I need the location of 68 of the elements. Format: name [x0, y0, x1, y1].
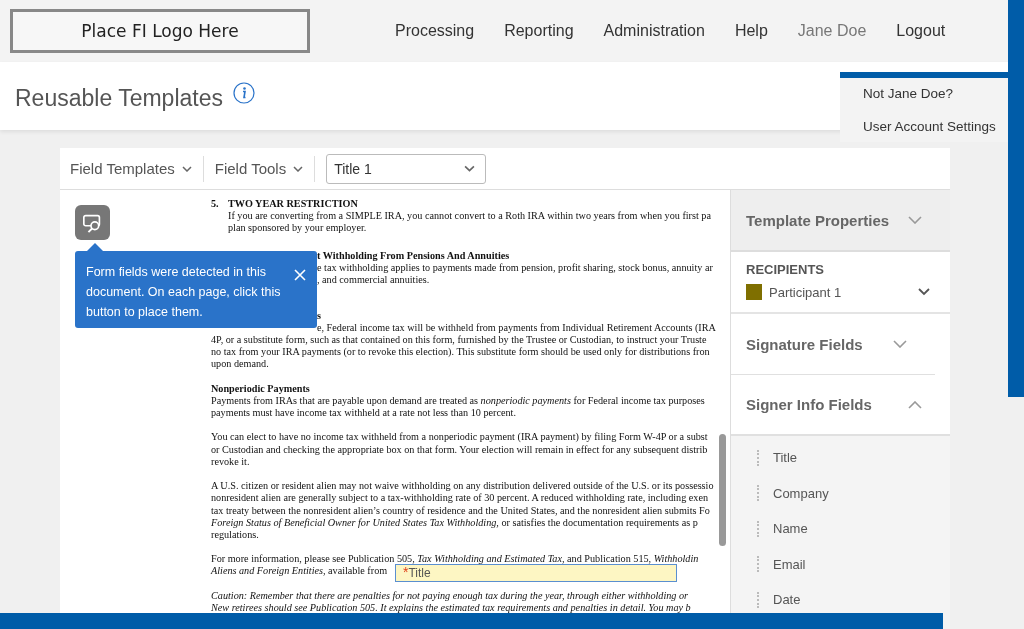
- document-text-line: Aliens and Foreign Entities, available from: [211, 565, 388, 577]
- chevron-down-icon[interactable]: [918, 288, 930, 296]
- drag-handle-icon[interactable]: [757, 449, 761, 466]
- field-item[interactable]: Date: [773, 592, 801, 608]
- document-text-line: e, Federal income tax will be withheld from payments from Individual Retirement Accounts (IRA: [317, 321, 716, 333]
- menu-item[interactable]: User Account Settings: [863, 119, 1008, 134]
- nav-link[interactable]: Reporting: [504, 22, 574, 40]
- nav-link[interactable]: Help: [734, 22, 768, 40]
- document-text-line: upon demand.: [211, 358, 269, 370]
- panel-section-header[interactable]: Signature Fields: [731, 314, 935, 375]
- placed-form-field[interactable]: *Title: [395, 564, 677, 582]
- panel-header[interactable]: Template Properties: [731, 190, 950, 252]
- recipients-heading: RECIPIENTS: [746, 262, 825, 277]
- document-text-line: or Custodian and checking the appropriate box on that form. Your election will remain in effect for any subsequent distrib: [211, 443, 708, 455]
- document-text-line: If you are converting from a SIMPLE IRA, you cannot convert to a Roth IRA within two years from when you first pa: [228, 210, 711, 222]
- document-text-line: regulations.: [211, 528, 259, 540]
- document-text-line: s: [317, 309, 321, 321]
- document-text-line: Payments from IRAs that are payable upon demand are treated as nonperiodic payments for Federal income tax purposes: [211, 394, 705, 406]
- document-text-line: no tax from your IRA payments (or to revoke this election). This substitute form should be used only for distributions fron: [211, 346, 710, 358]
- drag-handle-icon[interactable]: [757, 591, 761, 608]
- document-text-line: Nonperiodic Payments: [211, 382, 310, 394]
- nav-link[interactable]: Administration: [603, 22, 705, 40]
- close-icon[interactable]: [294, 269, 306, 281]
- field-item[interactable]: Name: [773, 521, 808, 537]
- document-text-line: , and commercial annuities.: [317, 274, 430, 286]
- info-icon[interactable]: [233, 82, 255, 104]
- section-title: Signature Fields: [746, 335, 863, 353]
- document-text-line: nonresident alien are generally subject to a tax-withholding rate of 30 percent. A reduced withholding rate, including exen: [211, 492, 709, 504]
- document-text-line: payments must have income tax withheld at a rate not less than 10 percent.: [211, 407, 516, 418]
- required-marker: *: [403, 565, 409, 579]
- document-text-line: plan sponsored by your employer.: [228, 222, 367, 234]
- field-item[interactable]: Company: [773, 485, 829, 501]
- document-text-line: revoke it.: [211, 455, 250, 467]
- chevron-down-icon: [464, 165, 476, 172]
- field-item[interactable]: Email: [773, 556, 806, 572]
- nav-link[interactable]: Processing: [395, 22, 475, 40]
- logo-placeholder-text: Place FI Logo Here: [81, 21, 239, 41]
- document-text-line: A U.S. citizen or resident alien may not waive withholding on any distribution delivered outside of the U.S. or its possessio: [211, 480, 714, 492]
- section-number: 5.: [211, 198, 220, 211]
- document-text-line: e tax withholding applies to payments made from pension, profit sharing, stock bonus, annuity ar: [317, 261, 713, 273]
- toolbar-menu[interactable]: Field Tools: [214, 160, 304, 177]
- page-title: Reusable Templates: [15, 85, 223, 112]
- detect-fields-button[interactable]: [75, 205, 110, 240]
- section-title: Signer Info Fields: [746, 396, 872, 413]
- field-label: Title: [408, 566, 431, 581]
- field-select[interactable]: Title 1: [326, 153, 487, 184]
- field-item[interactable]: Title: [773, 450, 798, 466]
- document-text-line: 4P, or a substitute form, such as that contained on this form, furnished by the Trustee or Custodian, to instruct your Truste: [211, 333, 707, 345]
- document-text-line: Foreign Status of Beneficial Owner for United States Tax Withholding, or satisfies the documentation requirements as p: [211, 516, 698, 528]
- nav-link[interactable]: Jane Doe: [797, 22, 867, 40]
- document-text-line: t Withholding From Pensions And Annuities: [317, 249, 510, 261]
- drag-handle-icon[interactable]: [757, 556, 761, 573]
- document-text-line: New retirees should see Publication 505. It explains the estimated tax requirements and penalties in detail. You may b: [211, 602, 691, 613]
- drag-handle-icon[interactable]: [757, 520, 761, 537]
- document-text-line: tax treaty between the nonresident alien’s country of residence and the United States, and the nonresident alien submits Fo: [211, 504, 710, 516]
- tooltip-text: Form fields were detected in this document. On each page, click this button to place them.: [86, 264, 282, 321]
- chevron-down-icon: [293, 165, 304, 172]
- section-heading: TWO YEAR RESTRICTION: [228, 198, 358, 209]
- document-text-line: Caution: Remember that there are penalties for not paying enough tax during the year, through either withholding or: [211, 589, 689, 601]
- toolbar-menu[interactable]: Field Templates: [70, 160, 192, 177]
- chevron-down-icon: [181, 165, 192, 172]
- document-text-line: You can elect to have no income tax withheld from a nonperiodic payment (IRA payment) by filing Form W-4P or a subst: [211, 431, 708, 443]
- document-text-line: For more information, please see Publication 505, Tax Withholding and Estimated Tax, and Publication 515, Withholdin: [211, 553, 699, 565]
- nav-link[interactable]: Logout: [896, 22, 946, 40]
- recipient-name[interactable]: Participant 1: [769, 284, 918, 300]
- panel-title: Template Properties: [746, 211, 890, 229]
- menu-item[interactable]: Not Jane Doe?: [863, 86, 1008, 101]
- drag-handle-icon[interactable]: [757, 485, 761, 502]
